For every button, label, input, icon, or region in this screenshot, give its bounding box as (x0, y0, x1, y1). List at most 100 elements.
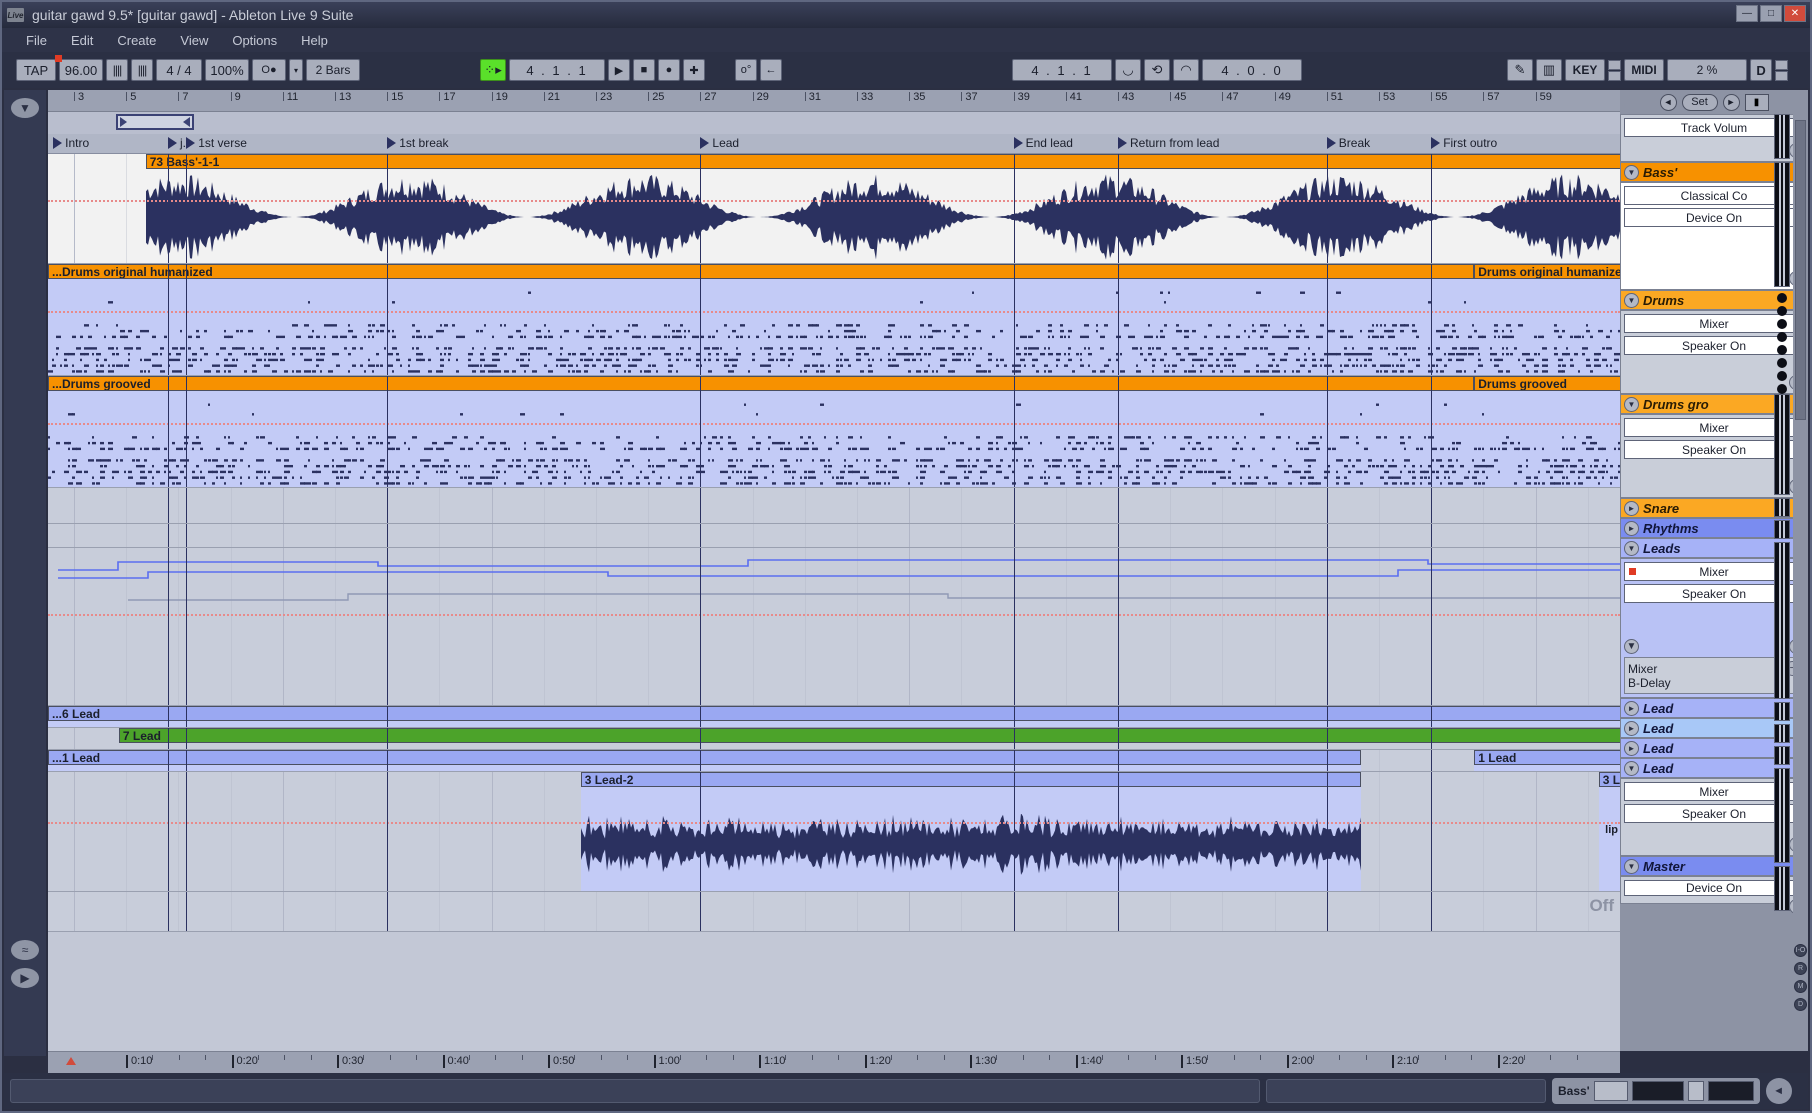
metronome-toggle[interactable]: |||| (131, 59, 153, 81)
record-button[interactable]: ● (658, 59, 680, 81)
drums-original-track[interactable]: ...Drums original humanized Drums origina… (48, 264, 1620, 376)
device-fold-icon[interactable]: ► (1624, 520, 1639, 536)
io-button-m[interactable]: M (1794, 980, 1807, 993)
punch-out-button[interactable]: ◠ (1173, 59, 1199, 81)
snare-track[interactable] (48, 488, 1620, 524)
menu-item-options[interactable]: Options (220, 30, 289, 51)
draw-mode-icon[interactable]: ✎ (1507, 59, 1533, 81)
locator-return-from-lead[interactable]: Return from lead (1118, 136, 1219, 150)
arrangement-position-field[interactable]: 4 . 1 . 1 (509, 59, 605, 81)
close-button[interactable]: ✕ (1784, 5, 1806, 22)
device-fold-icon[interactable]: ▼ (1624, 858, 1639, 874)
midi-map-button[interactable]: MIDI (1624, 59, 1664, 81)
locator-first-outro[interactable]: First outro (1431, 136, 1497, 150)
collapse-browser-icon[interactable]: ▼ (11, 98, 39, 118)
locator-1st-break[interactable]: 1st break (387, 136, 449, 150)
play-button[interactable]: ▶ (608, 59, 630, 81)
scrollbar-thumb[interactable] (1795, 120, 1806, 420)
menu-item-edit[interactable]: Edit (59, 30, 105, 51)
clip-header[interactable]: 7 Lead (118, 728, 1620, 743)
locator-j-[interactable]: j. (167, 136, 186, 150)
clip-header[interactable]: 73 Bass'-1-1 (145, 154, 1620, 169)
arrangement-view[interactable]: 3 5 7 9 11 13 15 17 19 21 23 25 27 29 31 33 35 37 39 41 43 45… (48, 90, 1620, 1051)
device-fold-icon[interactable]: ▼ (1624, 292, 1639, 308)
maximize-button[interactable]: □ (1760, 5, 1782, 22)
waveform-icon[interactable]: ≈ (11, 940, 39, 960)
device-collapse-icon[interactable]: ▼ (1624, 639, 1639, 654)
rhythms-track[interactable] (48, 524, 1620, 548)
clip-header[interactable]: 1 Lead (1474, 750, 1620, 765)
locator-1st-verse[interactable]: 1st verse (186, 136, 247, 150)
io-button-r[interactable]: R (1794, 962, 1807, 975)
lead-1-track[interactable]: ...6 Lead (48, 706, 1620, 728)
track-area[interactable]: 73 Bass'-1-1 ...Drums original humanized D… (48, 154, 1620, 932)
vertical-scrollbar[interactable]: I-O R M D (1793, 114, 1808, 1051)
status-nav-icon[interactable]: ◄ (1765, 1078, 1792, 1104)
groove-amount-field[interactable]: 100% (205, 59, 249, 81)
link-button[interactable]: o° (735, 59, 757, 81)
device-fold-icon[interactable]: ► (1624, 700, 1639, 716)
clip-body[interactable] (48, 264, 1475, 375)
device-fold-icon[interactable]: ▼ (1624, 164, 1639, 180)
io-button-i-o[interactable]: I-O (1794, 944, 1807, 957)
leads-track[interactable] (48, 548, 1620, 706)
locator-lead[interactable]: Lead (700, 136, 739, 150)
clip-body[interactable] (580, 772, 1361, 891)
lead-4-track[interactable]: 3 Lead-2 3 L lip (48, 772, 1620, 892)
clip-header[interactable]: 3 Lead-2 (580, 772, 1361, 787)
io-button-d[interactable]: D (1794, 998, 1807, 1011)
lock-icon[interactable]: ▮ (1744, 93, 1769, 111)
clip-body[interactable] (1474, 264, 1620, 375)
loop-toggle-button[interactable]: ⟲ (1144, 59, 1170, 81)
minimize-button[interactable]: — (1736, 5, 1758, 22)
time-signature-field[interactable]: 4 / 4 (156, 59, 202, 81)
bass-track[interactable]: 73 Bass'-1-1 (48, 154, 1620, 264)
clip-body[interactable] (48, 376, 1475, 487)
automation-arm-button[interactable]: ✚ (683, 59, 705, 81)
stop-button[interactable]: ■ (633, 59, 655, 81)
master-track[interactable]: Off (48, 892, 1620, 932)
device-fold-icon[interactable]: ▼ (1624, 760, 1639, 776)
menu-item-file[interactable]: File (14, 30, 59, 51)
device-fold-icon[interactable]: ► (1624, 740, 1639, 756)
punch-in-button[interactable]: ◡ (1115, 59, 1141, 81)
clip-header[interactable]: ...6 Lead (48, 706, 1620, 721)
locator-break[interactable]: Break (1326, 136, 1370, 150)
menu-item-help[interactable]: Help (289, 30, 340, 51)
device-fold-icon[interactable]: ▼ (1624, 396, 1639, 412)
locator-end-lead[interactable]: End lead (1013, 136, 1073, 150)
menu-item-view[interactable]: View (168, 30, 220, 51)
time-ruler[interactable]: 0:10 0:20 0:30 0:40 0:50 1:00 1:10 1:20 1:30 1:40… (48, 1051, 1620, 1073)
device-fold-icon[interactable]: ► (1624, 500, 1639, 516)
tap-tempo-button[interactable]: TAP (16, 59, 56, 81)
loop-brace[interactable] (115, 114, 195, 130)
midi-overdub-button[interactable]: O● (252, 59, 286, 81)
locator-row[interactable]: Intro j. 1st verse 1st break Lead End lead Ret… (48, 134, 1620, 154)
start-marker-icon[interactable] (66, 1057, 76, 1065)
clip-header[interactable]: ...1 Lead (48, 750, 1361, 765)
set-next-icon[interactable]: ► (1722, 93, 1740, 111)
metronome-button[interactable]: |||| (106, 59, 128, 81)
follow-button[interactable]: ⁘▸ (480, 59, 506, 81)
io-button-group[interactable]: I-O R M D (1793, 944, 1808, 1011)
key-map-button[interactable]: KEY (1565, 59, 1605, 81)
lead-3-track[interactable]: ...1 Lead 1 Lead (48, 750, 1620, 772)
clip-body[interactable] (145, 154, 1620, 263)
drums-grooved-track[interactable]: ...Drums grooved Drums grooved (48, 376, 1620, 488)
clip-header[interactable]: ...Drums original humanized (48, 264, 1475, 279)
clip-body[interactable] (1474, 376, 1620, 487)
set-button[interactable]: Set (1681, 93, 1718, 111)
quantization-dropdown[interactable]: 2 Bars (306, 59, 360, 81)
loop-brace-row[interactable] (48, 112, 1620, 134)
selected-device-chip[interactable]: Bass' (1552, 1078, 1760, 1104)
tempo-field[interactable]: 96.00 (55, 55, 103, 81)
overdub-dropdown-icon[interactable]: ▾ (289, 59, 303, 81)
bar-ruler[interactable]: 3 5 7 9 11 13 15 17 19 21 23 25 27 29 31 33 35 37 39 41 43 45… (48, 90, 1620, 112)
play-rail-icon[interactable]: ▶ (11, 968, 39, 988)
clip-header[interactable]: Drums original humanized (1474, 264, 1620, 279)
device-fold-icon[interactable]: ▼ (1624, 540, 1639, 556)
clip-header[interactable]: ...Drums grooved (48, 376, 1475, 391)
loop-start-field[interactable]: 4 . 1 . 1 (1012, 59, 1112, 81)
loop-length-field[interactable]: 4 . 0 . 0 (1202, 59, 1302, 81)
locator-intro[interactable]: Intro (53, 136, 89, 150)
